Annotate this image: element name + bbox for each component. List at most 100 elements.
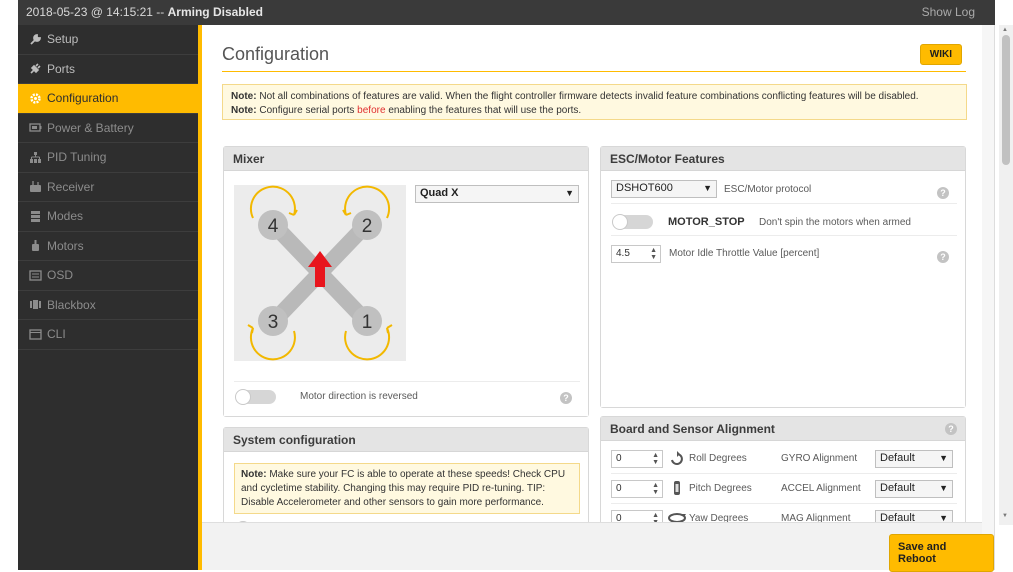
- esc-protocol-select[interactable]: DSHOT600 ▼: [611, 180, 717, 198]
- scroll-down-icon[interactable]: ▼: [1002, 513, 1008, 519]
- esc-protocol-label: ESC/Motor protocol: [724, 184, 812, 195]
- accel-alignment-value: Default: [880, 482, 915, 494]
- sidebar-item-osd[interactable]: OSD: [18, 261, 198, 291]
- board-alignment-title: Board and Sensor Alignment: [610, 422, 775, 436]
- motor-number: 4: [268, 216, 279, 237]
- sidebar-item-ports[interactable]: Ports: [18, 55, 198, 84]
- divider: [611, 203, 957, 204]
- motor-number: 2: [362, 216, 373, 237]
- datetime: 2018-05-23 @ 14:15:21 --: [26, 5, 165, 19]
- motor-icon: [28, 239, 42, 253]
- help-icon[interactable]: ?: [560, 392, 572, 404]
- roll-degrees-value: 0: [616, 453, 622, 464]
- plug-icon: [28, 62, 42, 76]
- sidebar-item-label: Blackbox: [47, 297, 96, 312]
- sidebar-item-modes[interactable]: Modes: [18, 202, 198, 232]
- mixer-selected-value: Quad X: [420, 187, 459, 199]
- wiki-button[interactable]: WIKI: [919, 44, 962, 65]
- motor-direction-toggle[interactable]: [235, 389, 276, 405]
- sidebar-item-power-battery[interactable]: Power & Battery: [18, 114, 198, 143]
- roll-icon: [669, 451, 685, 470]
- show-log-link[interactable]: Show Log: [922, 5, 975, 19]
- help-icon[interactable]: ?: [945, 423, 957, 435]
- mixer-title: Mixer: [224, 147, 588, 171]
- sidebar-item-label: CLI: [47, 327, 66, 342]
- motor-direction-label: Motor direction is reversed: [300, 391, 418, 402]
- roll-degrees-label: Roll Degrees: [689, 453, 747, 464]
- motor-stop-name: MOTOR_STOP: [668, 216, 745, 228]
- divider: [611, 473, 957, 474]
- sidebar-item-label: Motors: [47, 238, 84, 253]
- cli-icon: [28, 327, 42, 341]
- note-label: Note:: [231, 91, 257, 102]
- sidebar-item-blackbox[interactable]: Blackbox: [18, 291, 198, 320]
- esc-motor-panel: ESC/Motor Features DSHOT600 ▼ ESC/Motor p…: [600, 146, 966, 408]
- blackbox-icon: [28, 298, 42, 312]
- gyro-alignment-select[interactable]: Default ▼: [875, 450, 953, 468]
- note-text: Not all combinations of features are val…: [259, 91, 919, 102]
- app-window: 2018-05-23 @ 14:15:21 -- Arming Disabled…: [18, 0, 1013, 572]
- sidebar-item-label: Receiver: [47, 179, 95, 194]
- osd-icon: [28, 268, 42, 282]
- spinner-icon[interactable]: ▲▼: [652, 482, 659, 496]
- chevron-down-icon: ▼: [565, 188, 574, 198]
- pitch-degrees-label: Pitch Degrees: [689, 483, 752, 494]
- config-note: Note: Not all combinations of features a…: [222, 84, 967, 120]
- accel-alignment-select[interactable]: Default ▼: [875, 480, 953, 498]
- motor-stop-toggle[interactable]: [612, 214, 653, 230]
- sidebar-item-motors[interactable]: Motors: [18, 232, 198, 261]
- pitch-degrees-value: 0: [616, 483, 622, 494]
- status-text: 2018-05-23 @ 14:15:21 -- Arming Disabled: [26, 5, 263, 19]
- sidebar-item-receiver[interactable]: Receiver: [18, 173, 198, 202]
- pid-icon: [28, 150, 42, 164]
- pitch-degrees-input[interactable]: 0 ▲ ▼: [611, 480, 663, 498]
- mixer-body: 4 2 3 1 Quad X ▼ Motor direction is reve…: [224, 171, 588, 416]
- save-and-reboot-button[interactable]: Save and Reboot: [889, 534, 994, 572]
- mixer-select[interactable]: Quad X ▼: [415, 185, 579, 203]
- sidebar-item-pid-tuning[interactable]: PID Tuning: [18, 143, 198, 173]
- chevron-down-icon: ▼: [939, 453, 948, 463]
- sidebar-item-setup[interactable]: Setup: [18, 25, 198, 55]
- scroll-up-icon[interactable]: ▲: [1002, 27, 1008, 33]
- gear-icon: [28, 91, 42, 105]
- chevron-down-icon: ▼: [703, 183, 712, 193]
- note-text: enabling the features that will use the …: [388, 105, 582, 116]
- note-line-2: Note: Configure serial ports before enab…: [231, 104, 958, 118]
- help-icon[interactable]: ?: [937, 251, 949, 263]
- divider: [611, 235, 957, 236]
- page-title: Configuration: [222, 44, 330, 64]
- main-content: Configuration WIKI Note: Not all combina…: [198, 25, 982, 570]
- divider: [611, 503, 957, 504]
- top-status-bar: 2018-05-23 @ 14:15:21 -- Arming Disabled…: [18, 0, 995, 25]
- sidebar: Setup Ports Configuration Power & Batter…: [18, 25, 198, 570]
- receiver-icon: [28, 180, 42, 194]
- spinner-icon[interactable]: ▲▼: [650, 247, 657, 261]
- arming-status: Arming Disabled: [167, 5, 263, 19]
- gyro-alignment-value: Default: [880, 452, 915, 464]
- sidebar-item-cli[interactable]: CLI: [18, 320, 198, 350]
- toggle-knob: [612, 214, 628, 230]
- spinner-icon[interactable]: ▲▼: [652, 452, 659, 466]
- wrench-icon: [28, 32, 42, 46]
- help-icon[interactable]: ?: [937, 187, 949, 199]
- scrollbar-thumb[interactable]: [1002, 35, 1010, 165]
- idle-throttle-input[interactable]: 4.5 ▲ ▼: [611, 245, 661, 263]
- system-config-note: Note: Make sure your FC is able to opera…: [234, 463, 580, 514]
- note-text: Make sure your FC is able to operate at …: [241, 469, 566, 508]
- scrollbar[interactable]: ▲ ▼: [999, 25, 1013, 525]
- accel-alignment-label: ACCEL Alignment: [781, 483, 861, 494]
- modes-icon: [28, 209, 42, 223]
- sidebar-item-label: OSD: [47, 268, 74, 283]
- sidebar-item-configuration[interactable]: Configuration: [18, 84, 198, 114]
- note-label: Note:: [241, 469, 267, 480]
- board-alignment-header: Board and Sensor Alignment ?: [601, 417, 965, 441]
- pitch-icon: [671, 479, 683, 500]
- motor-number: 3: [268, 312, 279, 333]
- note-emphasis: before: [357, 105, 386, 116]
- motor-stop-description: Don't spin the motors when armed: [759, 217, 911, 228]
- quad-x-diagram: 4 2 3 1: [234, 185, 406, 361]
- chevron-down-icon: ▼: [939, 483, 948, 493]
- sidebar-item-label: PID Tuning: [47, 150, 107, 165]
- roll-degrees-input[interactable]: 0 ▲ ▼: [611, 450, 663, 468]
- sidebar-item-label: Configuration: [47, 91, 119, 106]
